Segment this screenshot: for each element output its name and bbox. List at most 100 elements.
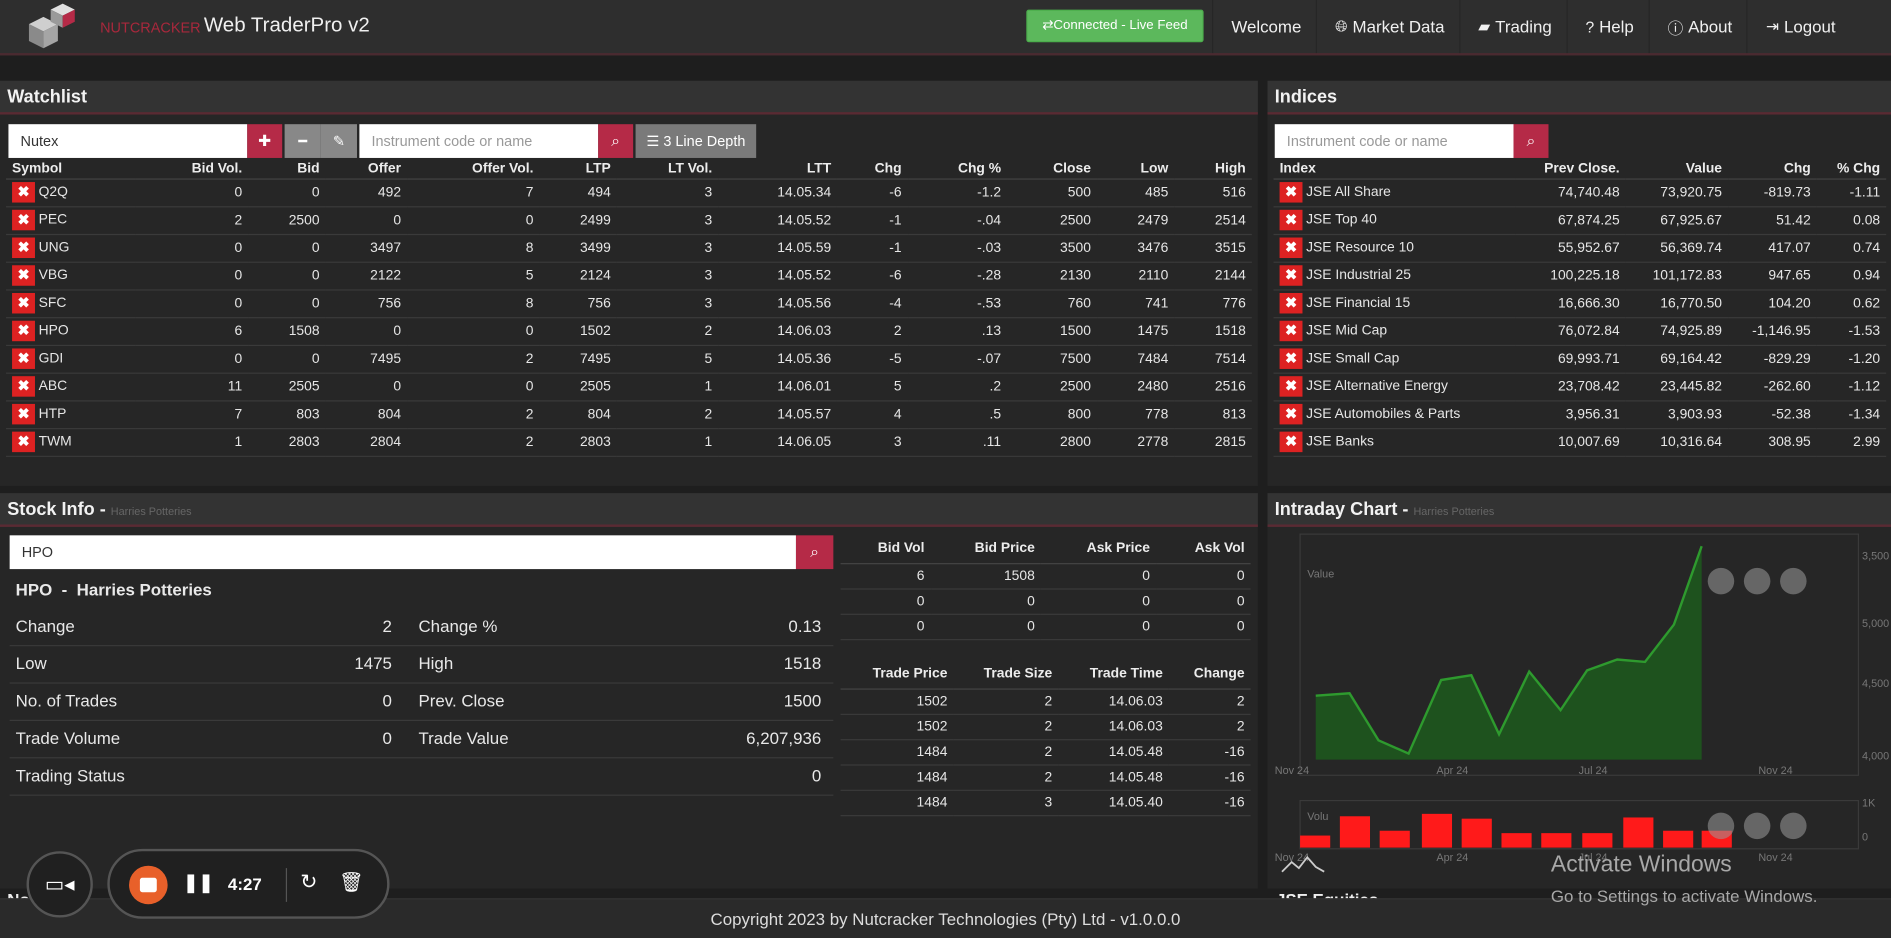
indices-row[interactable]: ✖ JSE Banks 10,007.69 10,316.64 308.95 2.99 xyxy=(1273,428,1887,457)
indices-row[interactable]: ✖ JSE Mid Cap 76,072.84 74,925.89 -1,146.95-… xyxy=(1273,317,1887,346)
indices-column-header[interactable]: Prev Close. xyxy=(1515,160,1626,180)
remove-row-icon[interactable]: ✖ xyxy=(12,265,35,286)
indices-cell: 3,903.93 xyxy=(1625,400,1729,429)
watchlist-row[interactable]: ✖ VBG 0 0 2122 5 2124 3 14.05.52 -6 -.28 2130 2110 21… xyxy=(6,261,1252,290)
watchlist-instrument-search[interactable]: Instrument code or name xyxy=(359,124,599,158)
nav-welcome[interactable]: Welcome xyxy=(1212,0,1316,54)
watchlist-column-header[interactable]: Chg xyxy=(837,160,908,180)
remove-row-icon[interactable]: ✖ xyxy=(1279,348,1303,369)
remove-row-icon[interactable]: ✖ xyxy=(12,403,35,425)
stock-info-value: 0 xyxy=(382,690,392,711)
stock-search-input[interactable]: HPO xyxy=(9,535,796,570)
remove-row-icon[interactable]: ✖ xyxy=(12,431,35,453)
indices-instrument-search[interactable]: Instrument code or name xyxy=(1274,124,1514,158)
watchlist-column-header[interactable]: Low xyxy=(1096,160,1175,180)
remove-row-icon[interactable]: ✖ xyxy=(1279,431,1303,453)
remove-watchlist-button[interactable]: ━ xyxy=(284,124,321,158)
remove-row-icon[interactable]: ✖ xyxy=(12,292,35,314)
nav-about[interactable]: ⓘ About xyxy=(1648,0,1746,54)
info-icon: ⓘ xyxy=(1667,18,1684,37)
indices-row[interactable]: ✖ JSE Financial 15 16,666.30 16,770.50 104.2… xyxy=(1273,289,1887,318)
trash-icon[interactable]: 🗑︎ xyxy=(339,871,363,895)
chart-tool-button[interactable] xyxy=(1780,812,1807,840)
watchlist-column-header[interactable]: Offer xyxy=(325,160,408,180)
volume-bar xyxy=(1663,830,1694,848)
watchlist-row[interactable]: ✖ GDI 0 0 7495 2 7495 5 14.05.36 -5 -.07 7500 7484 75… xyxy=(6,344,1252,374)
remove-row-icon[interactable]: ✖ xyxy=(12,182,35,203)
watchlist-row[interactable]: ✖ UNG 0 0 3497 8 3499 3 14.05.59 -1 -.03 3500 3476 35… xyxy=(6,233,1252,263)
remove-row-icon[interactable]: ✖ xyxy=(1279,209,1303,231)
watchlist-column-header[interactable]: Bid xyxy=(248,160,326,180)
watchlist-row[interactable]: ✖ HPO 6 1508 0 0 1502 2 14.06.03 2.13 1500 1475 1518 xyxy=(6,317,1252,346)
watchlist-row[interactable]: ✖ HTP 7 803 804 2 804 2 14.05.57 4.5 800 778 813 xyxy=(6,400,1252,429)
chart-tool-button[interactable] xyxy=(1707,812,1735,840)
chart-tool-button[interactable] xyxy=(1707,567,1735,595)
indices-row[interactable]: ✖ JSE Resource 10 55,952.67 56,369.74 417.07… xyxy=(1273,233,1887,263)
remove-row-icon[interactable]: ✖ xyxy=(1279,292,1303,314)
indices-row[interactable]: ✖ JSE Small Cap 69,993.71 69,164.42 -829.29-… xyxy=(1273,344,1887,374)
watchlist-column-header[interactable]: LT Vol. xyxy=(616,160,719,180)
indices-cell: -1.12 xyxy=(1816,372,1887,401)
watchlist-column-header[interactable]: LTP xyxy=(539,160,617,180)
stock-search-button[interactable]: ⌕ xyxy=(795,535,834,570)
three-line-depth-button[interactable]: ☰ 3 Line Depth xyxy=(635,124,757,158)
chart-tool-button[interactable] xyxy=(1743,812,1771,840)
indices-row[interactable]: ✖ JSE Industrial 25 100,225.18 101,172.83 94… xyxy=(1273,261,1887,290)
restart-icon[interactable]: ↻ xyxy=(300,871,317,895)
watchlist-row[interactable]: ✖ ABC 11 2505 0 0 2505 1 14.06.01 5.2 2500 2480 2516 xyxy=(6,372,1252,401)
chart-tool-button[interactable] xyxy=(1780,567,1807,595)
watchlist-column-header[interactable]: Chg % xyxy=(907,160,1008,180)
watchlist-column-header[interactable]: Symbol xyxy=(6,160,136,180)
watchlist-row[interactable]: ✖ PEC 2 2500 0 0 2499 3 14.05.52 -1 -.04 2500 2479 25… xyxy=(6,206,1252,235)
indices-column-header[interactable]: Value xyxy=(1625,160,1729,180)
watchlist-name-select[interactable]: Nutex xyxy=(8,124,248,158)
indices-row[interactable]: ✖ JSE Alternative Energy 23,708.42 23,445.8… xyxy=(1273,372,1887,401)
chart-tool-button[interactable] xyxy=(1743,567,1771,595)
stop-recording-button[interactable] xyxy=(129,865,168,905)
indices-search-button[interactable]: ⌕ xyxy=(1513,124,1549,158)
watchlist-cell: 1 xyxy=(616,428,719,457)
remove-row-icon[interactable]: ✖ xyxy=(12,209,35,231)
watchlist-cell: 3 xyxy=(616,233,719,263)
indices-row[interactable]: ✖ JSE All Share 74,740.48 73,920.75 -819.73-… xyxy=(1273,178,1887,207)
camera-toggle-button[interactable]: ▭◂ xyxy=(26,851,93,918)
watchlist-column-header[interactable]: Close xyxy=(1007,160,1097,180)
indices-column-header[interactable]: % Chg xyxy=(1816,160,1887,180)
remove-row-icon[interactable]: ✖ xyxy=(1279,403,1303,425)
edit-watchlist-button[interactable]: ✎ xyxy=(320,124,357,158)
nav-help[interactable]: ? Help xyxy=(1566,0,1648,54)
nav-trading[interactable]: ▰ Trading xyxy=(1458,0,1566,54)
indices-column-header[interactable]: Index xyxy=(1273,160,1516,180)
watchlist-cell: 14.06.01 xyxy=(718,372,838,401)
nav-market-data[interactable]: 🌐︎ Market Data xyxy=(1315,0,1459,54)
depth-column-header: Ask Vol xyxy=(1155,534,1251,564)
watchlist-row[interactable]: ✖ SFC 0 0 756 8 756 3 14.05.56 -4 -.53 760 741 776 xyxy=(6,289,1252,318)
remove-row-icon[interactable]: ✖ xyxy=(1279,376,1303,397)
watchlist-column-header[interactable]: LTT xyxy=(718,160,838,180)
connection-status-button[interactable]: ⇄Connected - Live Feed xyxy=(1026,9,1204,43)
watchlist-cell: 2124 xyxy=(539,261,617,290)
pause-icon[interactable]: ❚❚ xyxy=(183,872,213,893)
trade-cell: 1484 xyxy=(840,764,954,791)
watchlist-row[interactable]: ✖ Q2Q 0 0 492 7 494 3 14.05.34 -6 -1.2 500 485 516 xyxy=(6,178,1252,207)
remove-row-icon[interactable]: ✖ xyxy=(1279,237,1303,259)
watchlist-column-header[interactable]: Offer Vol. xyxy=(407,160,540,180)
remove-row-icon[interactable]: ✖ xyxy=(1279,320,1303,342)
remove-row-icon[interactable]: ✖ xyxy=(12,237,35,259)
indices-row[interactable]: ✖ JSE Top 40 67,874.25 67,925.67 51.42 0.08 xyxy=(1273,206,1887,235)
watchlist-search-button[interactable]: ⌕ xyxy=(598,124,634,158)
add-watchlist-button[interactable]: ✚ xyxy=(247,124,283,158)
remove-row-icon[interactable]: ✖ xyxy=(12,376,35,397)
remove-row-icon[interactable]: ✖ xyxy=(12,348,35,369)
indices-row[interactable]: ✖ JSE Automobiles & Parts 3,956.31 3,903.93… xyxy=(1273,400,1887,429)
remove-row-icon[interactable]: ✖ xyxy=(1279,265,1303,286)
depth-row: 0000 xyxy=(840,588,1251,615)
watchlist-column-header[interactable]: Bid Vol. xyxy=(135,160,249,180)
watchlist-row[interactable]: ✖ TWM 1 2803 2804 2 2803 1 14.06.05 3.11 2800 2778 2… xyxy=(6,428,1252,457)
remove-row-icon[interactable]: ✖ xyxy=(12,320,35,342)
watchlist-column-header[interactable]: High xyxy=(1174,160,1252,180)
indices-column-header[interactable]: Chg xyxy=(1728,160,1817,180)
watchlist-cell: 7484 xyxy=(1096,344,1175,374)
nav-logout[interactable]: ⇥ Logout xyxy=(1746,0,1850,54)
remove-row-icon[interactable]: ✖ xyxy=(1279,182,1303,203)
